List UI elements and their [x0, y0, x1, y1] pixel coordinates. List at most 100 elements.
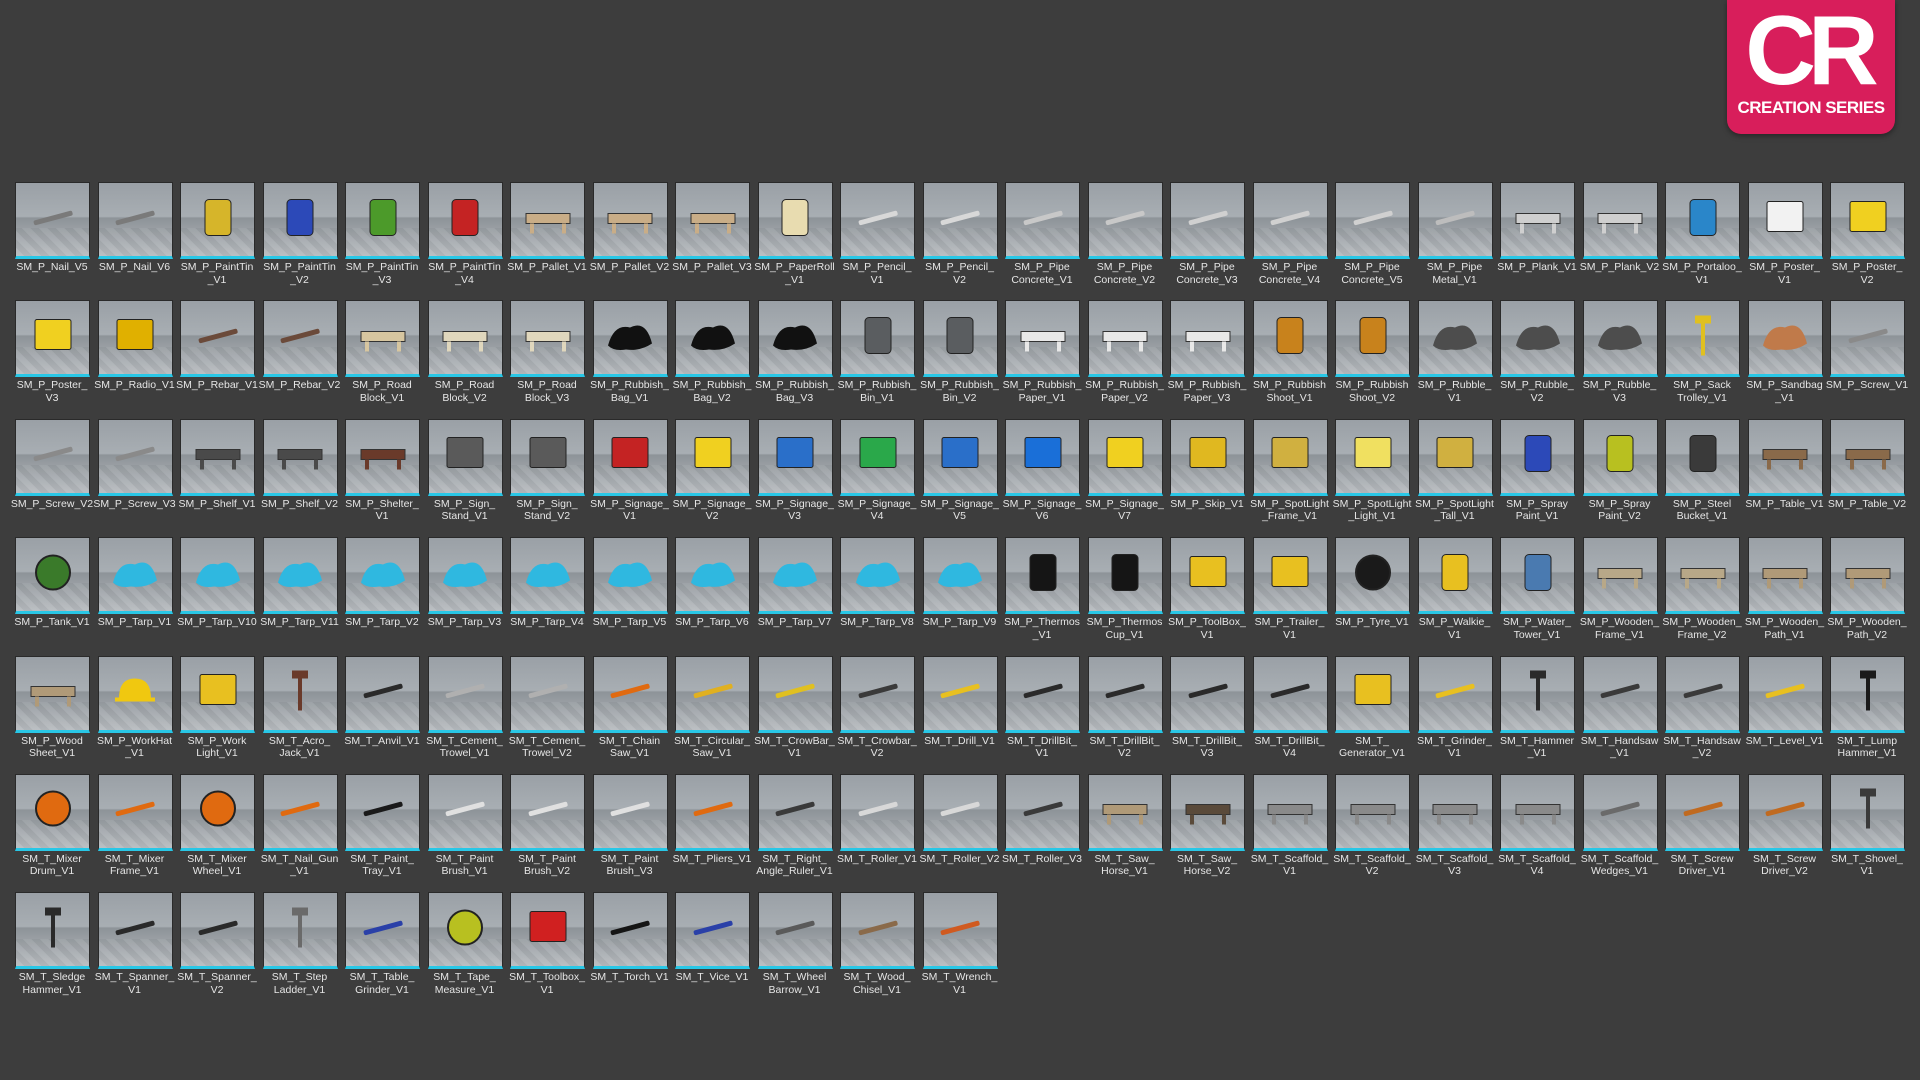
asset-thumbnail[interactable] [1170, 773, 1245, 851]
asset-thumbnail[interactable] [1665, 537, 1740, 615]
asset-tile[interactable]: SM_T_Paint_ Tray_V1 [344, 773, 427, 891]
asset-thumbnail[interactable] [15, 655, 90, 733]
asset-thumbnail[interactable] [840, 300, 915, 378]
asset-tile[interactable]: SM_P_Wood Sheet_V1 [14, 655, 97, 773]
asset-thumbnail[interactable] [592, 300, 668, 378]
asset-thumbnail[interactable] [1747, 773, 1823, 851]
asset-thumbnail[interactable] [1335, 537, 1410, 615]
asset-thumbnail[interactable] [1747, 418, 1823, 496]
asset-thumbnail[interactable] [262, 892, 338, 970]
asset-thumbnail[interactable] [345, 655, 420, 733]
asset-thumbnail[interactable] [262, 300, 338, 378]
asset-tile[interactable]: SM_P_Signage_ V3 [755, 418, 840, 536]
asset-tile[interactable]: SM_P_Tarp_V10 [177, 536, 262, 654]
asset-thumbnail[interactable] [1005, 418, 1080, 496]
asset-thumbnail[interactable] [1582, 418, 1658, 496]
asset-tile[interactable]: SM_P_Portaloo_ V1 [1662, 181, 1747, 299]
asset-thumbnail[interactable] [592, 537, 668, 615]
asset-tile[interactable]: SM_P_Wooden_ Frame_V1 [1580, 536, 1665, 654]
asset-tile[interactable]: SM_P_Rubble_ V2 [1499, 299, 1582, 417]
asset-thumbnail[interactable] [1830, 655, 1905, 733]
asset-tile[interactable]: SM_P_Rubble_ V1 [1417, 299, 1500, 417]
asset-tile[interactable]: SM_T_Scaffold_ Wedges_V1 [1581, 773, 1665, 891]
asset-tile[interactable]: SM_P_Signage_ V5 [920, 418, 1005, 536]
asset-thumbnail[interactable] [1252, 300, 1328, 378]
asset-thumbnail[interactable] [1500, 182, 1575, 259]
asset-thumbnail[interactable] [757, 182, 833, 259]
asset-tile[interactable]: SM_T_Acro_ Jack_V1 [262, 655, 345, 773]
asset-thumbnail[interactable] [15, 892, 90, 970]
asset-tile[interactable]: SM_T_Paint Brush_V1 [427, 773, 510, 891]
asset-tile[interactable]: SM_P_Shelf_V2 [261, 418, 345, 536]
asset-thumbnail[interactable] [345, 537, 420, 615]
asset-thumbnail[interactable] [427, 418, 503, 496]
asset-tile[interactable]: SM_P_ToolBox_ V1 [1168, 536, 1252, 654]
asset-tile[interactable]: SM_P_Pipe Concrete_V4 [1252, 181, 1335, 299]
asset-thumbnail[interactable] [510, 418, 585, 496]
asset-tile[interactable]: SM_T_Right_ Angle_Ruler_V1 [756, 773, 840, 891]
asset-tile[interactable]: SM_T_DrillBit_ V2 [1087, 655, 1170, 773]
asset-tile[interactable]: SM_T_DrillBit_ V3 [1169, 655, 1252, 773]
asset-thumbnail[interactable] [510, 182, 585, 259]
asset-tile[interactable]: SM_T_Roller_V2 [920, 773, 1005, 891]
asset-thumbnail[interactable] [97, 300, 173, 378]
asset-tile[interactable]: SM_P_PaintTin _V4 [427, 181, 510, 299]
asset-tile[interactable]: SM_P_Rubbish_ Bin_V2 [920, 299, 1005, 417]
asset-tile[interactable]: SM_P_Shelter_ V1 [344, 418, 427, 536]
asset-thumbnail[interactable] [840, 773, 915, 851]
asset-tile[interactable]: SM_P_PaintTin _V2 [262, 181, 345, 299]
asset-thumbnail[interactable] [427, 300, 503, 378]
asset-thumbnail[interactable] [1252, 418, 1328, 496]
asset-thumbnail[interactable] [427, 655, 503, 733]
asset-tile[interactable]: SM_P_Tarp_V6 [674, 536, 757, 654]
asset-thumbnail[interactable] [262, 182, 338, 259]
asset-tile[interactable]: SM_P_Sign_ Stand_V1 [427, 418, 510, 536]
asset-tile[interactable]: SM_T_Saw_ Horse_V2 [1169, 773, 1252, 891]
asset-tile[interactable]: SM_T_Nail_Gun _V1 [261, 773, 345, 891]
asset-tile[interactable]: SM_P_Tarp_V9 [922, 536, 1005, 654]
asset-thumbnail[interactable] [1582, 655, 1658, 733]
asset-tile[interactable]: SM_P_Pipe Metal_V1 [1417, 181, 1500, 299]
asset-thumbnail[interactable] [592, 182, 668, 259]
asset-thumbnail[interactable] [427, 892, 503, 970]
asset-thumbnail[interactable] [1747, 182, 1823, 259]
asset-tile[interactable]: SM_T_ Generator_V1 [1334, 655, 1417, 773]
asset-thumbnail[interactable] [1087, 418, 1163, 496]
asset-tile[interactable]: SM_P_PaintTin _V1 [179, 181, 262, 299]
asset-thumbnail[interactable] [97, 773, 173, 851]
asset-tile[interactable]: SM_T_Roller_V3 [1002, 773, 1087, 891]
asset-tile[interactable]: SM_T_Vice_V1 [674, 891, 757, 1009]
asset-thumbnail[interactable] [510, 537, 585, 615]
asset-thumbnail[interactable] [592, 773, 668, 851]
asset-thumbnail[interactable] [1335, 773, 1410, 851]
asset-tile[interactable]: SM_P_Pipe Concrete_V5 [1334, 181, 1417, 299]
asset-tile[interactable]: SM_P_Pipe Concrete_V2 [1087, 181, 1170, 299]
asset-tile[interactable]: SM_P_Rubbish Shoot_V1 [1252, 299, 1335, 417]
asset-tile[interactable]: SM_P_Pipe Concrete_V1 [1004, 181, 1087, 299]
asset-tile[interactable]: SM_T_Handsaw _V2 [1663, 655, 1747, 773]
asset-tile[interactable]: SM_T_Mixer Drum_V1 [14, 773, 97, 891]
asset-thumbnail[interactable] [180, 300, 255, 378]
asset-tile[interactable]: SM_T_Handsaw _V1 [1581, 655, 1665, 773]
asset-tile[interactable]: SM_T_Tape_ Measure_V1 [427, 891, 510, 1009]
asset-tile[interactable]: SM_T_Sledge Hammer_V1 [14, 891, 97, 1009]
asset-tile[interactable]: SM_P_Walkie_ V1 [1417, 536, 1500, 654]
asset-thumbnail[interactable] [1830, 773, 1905, 851]
asset-thumbnail[interactable] [427, 537, 503, 615]
asset-tile[interactable]: SM_P_Tarp_V5 [592, 536, 675, 654]
asset-thumbnail[interactable] [1087, 300, 1163, 378]
asset-thumbnail[interactable] [180, 655, 255, 733]
asset-thumbnail[interactable] [345, 418, 420, 496]
asset-tile[interactable]: SM_P_Steel Bucket_V1 [1664, 418, 1747, 536]
asset-thumbnail[interactable] [1665, 182, 1740, 259]
asset-thumbnail[interactable] [922, 773, 998, 851]
asset-thumbnail[interactable] [1582, 182, 1658, 259]
asset-thumbnail[interactable] [262, 655, 338, 733]
asset-thumbnail[interactable] [180, 182, 255, 259]
asset-thumbnail[interactable] [180, 537, 255, 615]
asset-tile[interactable]: SM_P_Thermos _V1 [1004, 536, 1087, 654]
asset-thumbnail[interactable] [922, 537, 998, 615]
asset-tile[interactable]: SM_T_Shovel_ V1 [1829, 773, 1912, 891]
asset-tile[interactable]: SM_T_Saw_ Horse_V1 [1087, 773, 1170, 891]
asset-thumbnail[interactable] [1005, 537, 1080, 615]
